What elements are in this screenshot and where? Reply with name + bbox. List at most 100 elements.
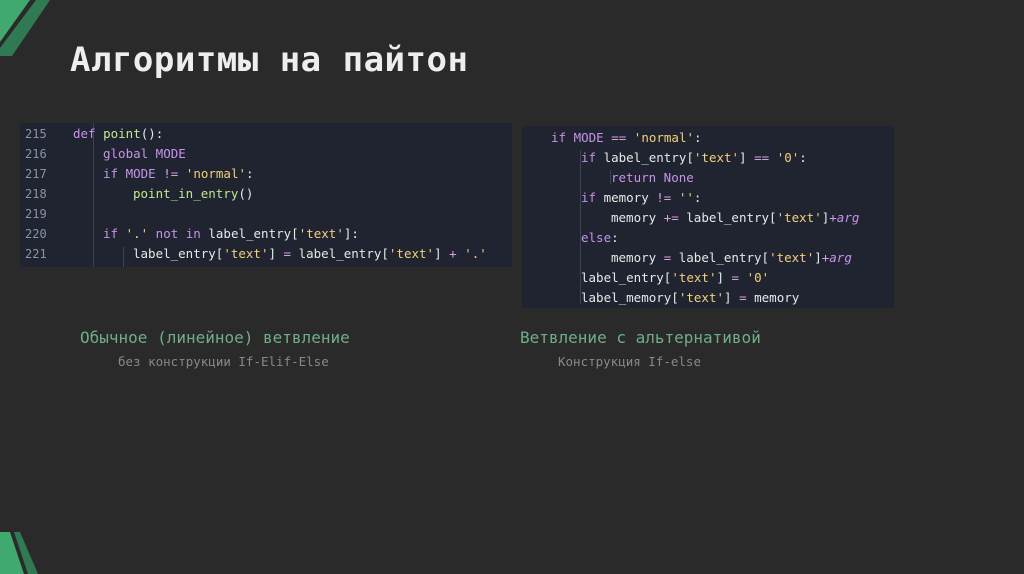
code-line: if memory != '': xyxy=(581,188,701,208)
code-token: == xyxy=(754,150,777,165)
line-number: 219 xyxy=(25,207,47,221)
caption-alternative-branching: Ветвление с альтернативой xyxy=(520,328,761,347)
code-token: if xyxy=(581,150,604,165)
code-token: ] xyxy=(739,150,755,165)
code-token: memory xyxy=(611,210,664,225)
code-token: label_entry[ xyxy=(678,250,770,265)
code-token: : xyxy=(246,166,254,181)
code-token: def xyxy=(73,126,104,141)
code-line: label_memory['text'] = memory xyxy=(581,288,799,308)
code-token: if xyxy=(103,226,126,241)
code-line: if MODE == 'normal': xyxy=(551,128,702,148)
code-block-linear: 215 def point(): 216 global MODE 217 if MODE … xyxy=(20,123,512,267)
line-number: 216 xyxy=(25,147,47,161)
code-token: 'text' xyxy=(388,246,435,261)
code-token: '0' xyxy=(746,270,770,285)
code-token: : xyxy=(693,190,702,205)
code-token: 'normal' xyxy=(633,130,695,145)
code-token: (): xyxy=(140,126,164,141)
code-token: + xyxy=(449,246,465,261)
code-token: global MODE xyxy=(103,146,186,161)
code-token: = xyxy=(731,270,747,285)
code-token: point xyxy=(103,126,141,141)
line-number: 221 xyxy=(25,247,47,261)
code-token: ]: xyxy=(343,226,359,241)
code-line: point_in_entry() xyxy=(133,184,253,204)
code-token: label_memory[ xyxy=(581,290,679,305)
code-token: != xyxy=(163,166,186,181)
code-token: = xyxy=(283,246,299,261)
code-token: ] xyxy=(268,246,284,261)
code-token: arg xyxy=(836,210,860,225)
code-token: : xyxy=(611,230,619,245)
code-token: ] xyxy=(716,270,732,285)
code-token: label_entry[ xyxy=(133,246,224,261)
code-token: if xyxy=(103,166,126,181)
code-line: def point(): xyxy=(73,124,163,144)
code-block-alternative: if MODE == 'normal': if label_entry['text… xyxy=(522,126,894,308)
code-token: '.' xyxy=(125,226,149,241)
code-token: '.' xyxy=(464,246,487,261)
code-token: 'text' xyxy=(769,250,815,265)
code-line: label_entry['text'] = label_entry['text'… xyxy=(133,244,487,264)
code-token: label_entry[ xyxy=(603,150,694,165)
code-line: if label_entry['text'] == '0': xyxy=(581,148,807,168)
code-token: += xyxy=(663,210,687,225)
code-token: if xyxy=(551,130,574,145)
bottom-left-corner-decoration xyxy=(0,532,38,574)
code-line: global MODE xyxy=(103,144,186,164)
code-line: return None xyxy=(611,168,694,188)
indent-guide xyxy=(93,123,94,267)
code-line: else: xyxy=(581,228,619,248)
code-line: memory += label_entry['text']+arg xyxy=(611,208,859,228)
code-line: label_entry['text'] = '0' xyxy=(581,268,769,288)
code-token: : xyxy=(694,130,702,145)
code-token: : xyxy=(799,150,807,165)
code-token: arg xyxy=(829,250,852,265)
code-line: memory = label_entry['text']+arg xyxy=(611,248,852,268)
code-token: != xyxy=(656,190,679,205)
code-token: = xyxy=(739,290,755,305)
code-token: () xyxy=(238,186,254,201)
code-token: not in xyxy=(148,226,209,241)
code-token: memory xyxy=(754,290,800,305)
code-token: MODE xyxy=(573,130,612,145)
code-token: memory xyxy=(603,190,657,205)
line-number: 220 xyxy=(25,227,47,241)
code-token: label_entry[ xyxy=(686,210,777,225)
code-token: else xyxy=(581,230,612,245)
code-token: 'normal' xyxy=(185,166,247,181)
subcaption-alternative-branching: Конструкция If-else xyxy=(558,354,701,369)
line-number: 215 xyxy=(25,127,47,141)
code-token: point_in_entry xyxy=(133,186,239,201)
code-token: ] xyxy=(724,290,740,305)
top-left-corner-decoration xyxy=(0,0,50,56)
code-token: 'text' xyxy=(223,246,269,261)
code-token: 'text' xyxy=(776,210,822,225)
indent-guide xyxy=(123,247,124,267)
code-token: 'text' xyxy=(693,150,740,165)
code-line: if '.' not in label_entry['text']: xyxy=(103,224,359,244)
code-token: ] xyxy=(434,246,450,261)
code-token: + xyxy=(829,210,837,225)
code-line: if MODE != 'normal': xyxy=(103,164,254,184)
page-title: Алгоритмы на пайтон xyxy=(70,40,469,80)
code-token: '0' xyxy=(776,150,800,165)
code-token: if xyxy=(581,190,604,205)
code-token: label_entry[ xyxy=(208,226,299,241)
code-token: label_entry[ xyxy=(298,246,389,261)
line-number: 217 xyxy=(25,167,47,181)
code-token: MODE xyxy=(125,166,164,181)
code-token: 'text' xyxy=(671,270,717,285)
code-token: '' xyxy=(678,190,694,205)
subcaption-linear-branching: без конструкции If-Elif-Else xyxy=(118,354,329,369)
line-number: 218 xyxy=(25,187,47,201)
code-token: memory xyxy=(611,250,664,265)
code-token: ] xyxy=(814,250,822,265)
code-token: label_entry[ xyxy=(581,270,672,285)
caption-linear-branching: Обычное (линейное) ветвление xyxy=(80,328,350,347)
code-token: return None xyxy=(611,170,694,185)
code-token: = xyxy=(663,250,679,265)
code-token: 'text' xyxy=(678,290,724,305)
code-token: 'text' xyxy=(298,226,344,241)
